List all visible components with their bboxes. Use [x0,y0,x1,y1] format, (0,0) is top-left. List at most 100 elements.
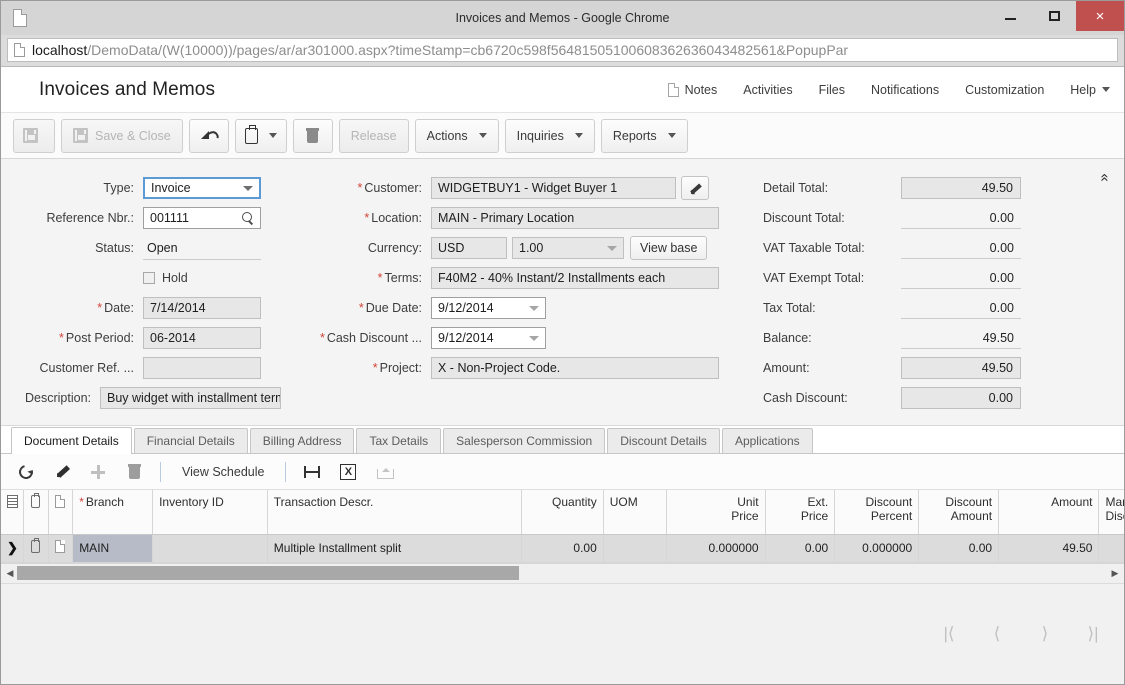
copy-paste-button[interactable] [234,118,287,153]
view-base-button[interactable]: View base [630,236,708,260]
close-button[interactable]: × [1076,1,1124,31]
project-input[interactable]: X - Non-Project Code. [431,357,719,379]
cell-amount[interactable]: 49.50 [998,534,1100,563]
upload-file-button[interactable] [367,457,401,487]
inquiries-menu-button[interactable]: Inquiries [504,118,595,153]
tab-tax-details[interactable]: Tax Details [356,428,442,453]
col-transaction-descr[interactable]: Transaction Descr. [267,490,522,535]
row-file-cell[interactable] [48,534,74,563]
cell-transaction-descr[interactable]: Multiple Installment split [267,534,522,563]
search-icon[interactable] [242,212,254,224]
tab-billing-address[interactable]: Billing Address [249,428,355,453]
col-quantity[interactable]: Quantity [521,490,604,535]
prev-page-button[interactable]: ⟨ [988,624,1006,644]
customer-input[interactable]: WIDGETBUY1 - Widget Buyer 1 [431,177,676,199]
cash-discount-date-input[interactable]: 9/12/2014 [431,327,546,349]
view-base-label: View base [640,241,698,255]
first-page-button[interactable]: |⟨ [940,624,958,644]
table-row[interactable]: ❯ MAIN Multiple Installment split 0.00 0… [1,534,1124,563]
col-notes[interactable] [1,490,25,535]
tab-applications[interactable]: Applications [721,428,813,453]
col-branch[interactable]: * Branch [72,490,154,535]
scrollbar-track[interactable] [17,566,1108,580]
cell-uom[interactable] [603,534,668,563]
cell-discount-percent[interactable]: 0.000000 [834,534,920,563]
collapse-section-button[interactable]: « [1094,167,1116,187]
grid-horizontal-scrollbar[interactable]: ◀ ▶ [1,562,1124,583]
col-inventory-id[interactable]: Inventory ID [152,490,268,535]
nav-notes[interactable]: Notes [667,82,717,97]
currency-input[interactable]: USD [431,237,507,259]
tab-salesperson-commission[interactable]: Salesperson Commission [443,428,606,453]
nav-help[interactable]: Help [1070,83,1110,97]
col-amount[interactable]: Amount [998,490,1100,535]
minimize-button[interactable] [988,1,1032,31]
grid-edit-button[interactable] [45,457,79,487]
cell-manual-discount[interactable] [1098,534,1124,563]
col-attachments[interactable] [23,490,49,535]
save-button[interactable] [13,118,55,153]
col-uom[interactable]: UOM [603,490,668,535]
currency-rate-select[interactable]: 1.00 [512,237,624,259]
description-input[interactable]: Buy widget with installment terms [100,387,281,409]
hold-checkbox[interactable]: Hold [143,271,188,285]
edit-customer-button[interactable] [681,176,709,200]
scroll-right-arrow-icon[interactable]: ▶ [1108,568,1122,579]
reference-nbr-value: 001111 [150,211,189,225]
delete-button[interactable] [292,118,333,153]
cell-discount-amount[interactable]: 0.00 [918,534,1000,563]
col-files[interactable] [48,490,74,535]
grid-fit-columns-button[interactable] [295,457,329,487]
terms-input[interactable]: F40M2 - 40% Instant/2 Installments each [431,267,719,289]
tab-document-details[interactable]: Document Details [11,427,132,454]
field-row-date: * Date: 7/14/2014 [25,293,281,323]
due-date-input[interactable]: 9/12/2014 [431,297,546,319]
nav-customization-label: Customization [965,82,1045,97]
nav-files[interactable]: Files [819,83,845,97]
customer-ref-input[interactable] [143,357,261,379]
calendar-dropdown-icon[interactable] [529,305,539,311]
export-to-excel-button[interactable]: X [331,457,365,487]
actions-menu-button[interactable]: Actions [414,118,499,153]
col-ext-price[interactable]: Ext. Price [765,490,836,535]
undo-button[interactable] [188,118,229,153]
col-discount-percent[interactable]: Discount Percent [834,490,920,535]
nav-activities[interactable]: Activities [743,83,792,97]
cell-inventory-id[interactable] [152,534,268,563]
grid-add-row-button[interactable] [81,457,115,487]
nav-customization[interactable]: Customization [965,83,1044,97]
post-period-input[interactable]: 06-2014 [143,327,261,349]
cell-branch[interactable]: MAIN [72,534,154,563]
nav-notifications[interactable]: Notifications [871,83,939,97]
view-schedule-button[interactable]: View Schedule [170,457,276,487]
next-page-button[interactable]: ⟩ [1036,624,1054,644]
grid-delete-row-button[interactable] [117,457,151,487]
col-discount-amount[interactable]: Discount Amount [918,490,1000,535]
field-row-due-date: * Due Date: 9/12/2014 [291,293,731,323]
detail-tabs: Document Details Financial Details Billi… [1,426,1124,454]
tab-discount-details[interactable]: Discount Details [607,428,720,453]
cell-unit-price[interactable]: 0.000000 [666,534,766,563]
address-bar[interactable]: localhost/DemoData/(W(10000))/pages/ar/a… [7,38,1118,62]
location-input[interactable]: MAIN - Primary Location [431,207,719,229]
col-unit-price[interactable]: Unit Price [666,490,766,535]
reports-menu-button[interactable]: Reports [600,118,688,153]
scrollbar-thumb[interactable] [17,566,519,580]
reference-nbr-input[interactable]: 001111 [143,207,261,229]
maximize-button[interactable] [1032,1,1076,31]
cell-quantity[interactable]: 0.00 [521,534,604,563]
row-selector-cell[interactable]: ❯ [1,534,25,563]
row-attachment-cell[interactable] [23,534,49,563]
scroll-left-arrow-icon[interactable]: ◀ [3,568,17,579]
last-page-button[interactable]: ⟩| [1084,624,1102,644]
tab-label: Financial Details [146,434,235,448]
grid-refresh-button[interactable] [9,457,43,487]
calendar-dropdown-icon[interactable] [529,335,539,341]
date-input[interactable]: 7/14/2014 [143,297,261,319]
cell-ext-price[interactable]: 0.00 [765,534,836,563]
save-and-close-button[interactable]: Save & Close [61,118,183,153]
type-select[interactable]: Invoice [143,177,261,199]
tab-financial-details[interactable]: Financial Details [133,428,248,453]
col-manual-discount[interactable]: Man Disco [1098,490,1124,535]
release-button[interactable]: Release [338,118,409,153]
